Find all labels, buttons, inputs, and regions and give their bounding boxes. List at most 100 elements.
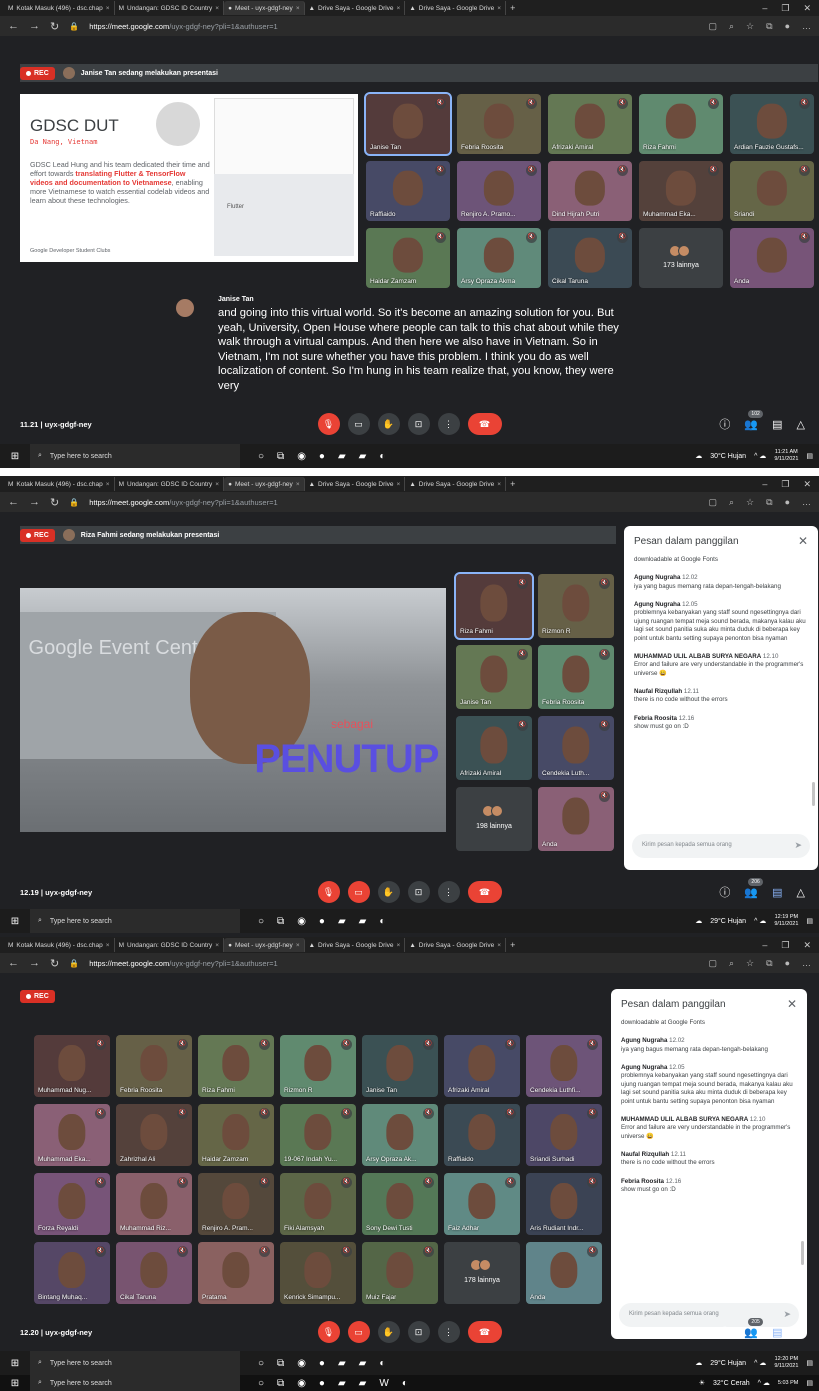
spotify-icon[interactable]: ● xyxy=(319,1358,325,1369)
close-icon[interactable]: ✕ xyxy=(787,997,797,1011)
url-field[interactable]: https://meet.google.com/uyx-gdgf-ney?pli… xyxy=(89,498,277,507)
minimize-icon[interactable]: – xyxy=(762,3,767,14)
participant-tile[interactable]: 🔇 19-067 Indah Yu... xyxy=(280,1104,356,1166)
forward-icon[interactable]: → xyxy=(29,957,40,969)
participant-tile[interactable]: 🔇 Forza Reyaldi xyxy=(34,1173,110,1235)
app-icon[interactable]: ▰ xyxy=(359,916,367,927)
browser-tab-active[interactable]: ● Meet - uyx-gdgf-ney × xyxy=(224,477,305,491)
tray-icons[interactable]: ^ ☁ xyxy=(754,452,766,460)
taskbar-search[interactable]: ⌕ Type here to search xyxy=(30,1375,240,1391)
files-icon[interactable]: ▰ xyxy=(338,916,346,927)
mic-off-button[interactable]: 🎙 xyxy=(317,881,340,903)
participant-tile[interactable]: 173 lainnya xyxy=(639,228,723,288)
profile-icon[interactable]: ● xyxy=(785,958,790,969)
cortana-icon[interactable]: ○ xyxy=(258,1358,264,1369)
tray-icons[interactable]: ^ ☁ xyxy=(758,1379,770,1387)
forward-icon[interactable]: → xyxy=(29,20,40,32)
participant-tile[interactable]: 198 lainnya xyxy=(456,787,532,851)
activities-icon[interactable]: △ xyxy=(797,1326,805,1339)
close-icon[interactable]: ✕ xyxy=(798,534,808,548)
participant-tile[interactable]: 🔇 Kenrick Simampu... xyxy=(280,1242,356,1304)
browser-tab[interactable]: ▲ Drive Saya - Google Drive × xyxy=(405,477,507,491)
close-tab-icon[interactable]: × xyxy=(296,481,300,488)
favorite-icon[interactable]: ☆ xyxy=(746,497,754,508)
more-options-button[interactable]: ⋮ xyxy=(437,1321,460,1343)
participant-tile[interactable]: 🔇 Aris Rudiant Indr... xyxy=(526,1173,602,1235)
spotify-icon[interactable]: ● xyxy=(319,1378,325,1389)
participant-tile[interactable]: 🔇 Faiz Adhar xyxy=(444,1173,520,1235)
participant-tile[interactable]: 🔇 Riza Fahmi xyxy=(639,94,723,154)
spotify-icon[interactable]: ● xyxy=(319,451,325,462)
participant-tile[interactable]: 🔇 Sony Dewi Tusti xyxy=(362,1173,438,1235)
taskbar-search[interactable]: ⌕ Type here to search xyxy=(30,909,240,933)
participant-tile[interactable]: 🔇 Febria Roosita xyxy=(538,645,614,709)
back-icon[interactable]: ← xyxy=(8,957,19,969)
windows-start-icon[interactable]: ⊞ xyxy=(0,1378,30,1389)
cortana-icon[interactable]: ○ xyxy=(258,916,264,927)
close-tab-icon[interactable]: × xyxy=(106,481,110,488)
participant-tile[interactable]: 🔇 Renjiro A. Pram... xyxy=(198,1173,274,1235)
mic-off-button[interactable]: 🎙 xyxy=(317,413,340,435)
more-options-button[interactable]: ⋮ xyxy=(437,881,460,903)
camera-off-button[interactable]: ▭ xyxy=(347,881,370,903)
close-window-icon[interactable]: ✕ xyxy=(803,3,811,14)
participant-tile[interactable]: 🔇 Cikal Taruna xyxy=(116,1242,192,1304)
browser-tab[interactable]: M Undangan: GDSC ID Country × xyxy=(115,1,225,15)
spotify-icon[interactable]: ● xyxy=(319,916,325,927)
close-tab-icon[interactable]: × xyxy=(497,481,501,488)
info-icon[interactable]: ⓘ xyxy=(719,884,730,900)
close-tab-icon[interactable]: × xyxy=(296,942,300,949)
participant-tile[interactable]: 🔇 Rizmon R xyxy=(280,1035,356,1097)
more-icon[interactable]: … xyxy=(802,21,811,32)
camera-icon[interactable]: ▢ xyxy=(708,497,717,508)
people-icon[interactable]: 👥 205 xyxy=(744,1317,763,1339)
zoom-icon[interactable]: ⌕ xyxy=(729,497,734,508)
more-icon[interactable]: … xyxy=(802,958,811,969)
participant-tile[interactable]: 🔇 Anda xyxy=(526,1242,602,1304)
people-icon[interactable]: 👥 102 xyxy=(744,409,763,431)
maximize-icon[interactable]: ❐ xyxy=(781,940,789,951)
windows-start-icon[interactable]: ⊞ xyxy=(0,451,30,462)
more-icon[interactable]: … xyxy=(802,497,811,508)
chat-icon[interactable]: ▤ xyxy=(772,1326,782,1339)
close-tab-icon[interactable]: × xyxy=(497,5,501,12)
participant-tile[interactable]: 🔇 Muhammad Eka... xyxy=(639,161,723,221)
back-icon[interactable]: ← xyxy=(8,20,19,32)
browser-tab[interactable]: ▲ Drive Saya - Google Drive × xyxy=(405,938,507,952)
close-window-icon[interactable]: ✕ xyxy=(803,479,811,490)
edge-icon[interactable]: ◐ xyxy=(402,1378,408,1389)
participant-tile[interactable]: 🔇 Sriandi Surhadi xyxy=(526,1104,602,1166)
url-field[interactable]: https://meet.google.com/uyx-gdgf-ney?pli… xyxy=(89,22,277,31)
participant-tile[interactable]: 🔇 Haidar Zamzam xyxy=(366,228,450,288)
word-icon[interactable]: W xyxy=(379,1378,388,1389)
participant-tile[interactable]: 🔇 Pratama xyxy=(198,1242,274,1304)
participant-tile[interactable]: 🔇 Raffiaido xyxy=(444,1104,520,1166)
participant-tile[interactable]: 🔇 Sriandi xyxy=(730,161,814,221)
files-icon[interactable]: ▰ xyxy=(338,451,346,462)
close-tab-icon[interactable]: × xyxy=(397,5,401,12)
browser-tab[interactable]: ▲ Drive Saya - Google Drive × xyxy=(305,938,406,952)
participant-tile[interactable]: 🔇 Muhammad Riz... xyxy=(116,1173,192,1235)
chrome-icon[interactable]: ◉ xyxy=(297,1378,306,1389)
edge-icon[interactable]: ◐ xyxy=(379,451,385,462)
participant-tile[interactable]: 🔇 Dind Hijrah Putri xyxy=(548,161,632,221)
maximize-icon[interactable]: ❐ xyxy=(781,479,789,490)
participant-tile[interactable]: 178 lainnya xyxy=(444,1242,520,1304)
zoom-icon[interactable]: ⌕ xyxy=(729,21,734,32)
camera-icon[interactable]: ▢ xyxy=(708,21,717,32)
favorite-icon[interactable]: ☆ xyxy=(746,21,754,32)
participant-tile[interactable]: 🔇 Janise Tan xyxy=(456,645,532,709)
url-field[interactable]: https://meet.google.com/uyx-gdgf-ney?pli… xyxy=(89,959,277,968)
participant-tile[interactable]: 🔇 Cendekia Luth... xyxy=(538,716,614,780)
close-window-icon[interactable]: ✕ xyxy=(803,940,811,951)
chat-scrollbar[interactable] xyxy=(812,782,815,806)
chrome-icon[interactable]: ◉ xyxy=(297,451,306,462)
task-view-icon[interactable]: ⧉ xyxy=(277,451,284,462)
participant-tile[interactable]: 🔇 Haidar Zamzam xyxy=(198,1104,274,1166)
app-icon[interactable]: ▰ xyxy=(359,451,367,462)
collections-icon[interactable]: ⧉ xyxy=(766,958,772,969)
edge-icon[interactable]: ◐ xyxy=(379,1358,385,1369)
task-view-icon[interactable]: ⧉ xyxy=(277,1358,284,1369)
notification-icon[interactable]: ▤ xyxy=(806,1359,813,1367)
browser-tab-active[interactable]: ● Meet - uyx-gdgf-ney × xyxy=(224,938,305,952)
